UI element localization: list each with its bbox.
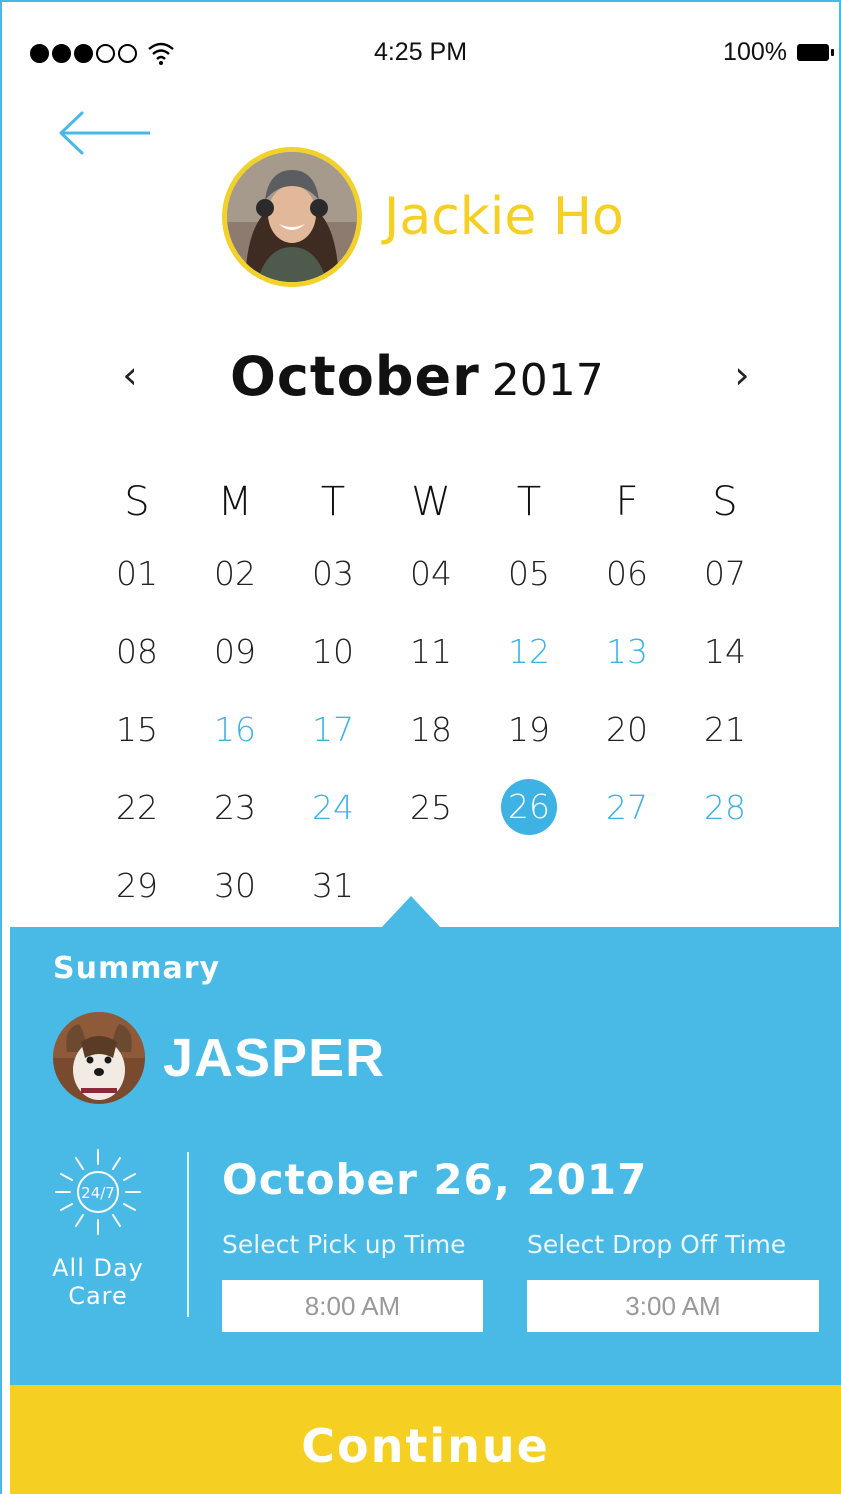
calendar-day[interactable]: 14: [676, 632, 774, 671]
user-profile: Jackie Ho: [222, 147, 624, 287]
calendar-week: 01 02 03 04 05 06 07: [88, 534, 774, 612]
care-label-line2: Care: [68, 1282, 128, 1310]
weekday-label: T: [516, 479, 542, 525]
summary-pointer: [381, 896, 441, 928]
divider: [187, 1152, 189, 1317]
selected-date: October 26, 2017: [222, 1155, 648, 1204]
pickup-time-field[interactable]: 8:00 AM: [222, 1280, 483, 1332]
user-name: Jackie Ho: [384, 187, 624, 247]
calendar-day[interactable]: 21: [676, 710, 774, 749]
year-label: 2017: [491, 355, 604, 406]
calendar-day-selected[interactable]: 26: [480, 779, 578, 835]
care-icon-text: 24/7: [81, 1184, 115, 1202]
selected-day-label: 26: [501, 779, 557, 835]
weekday-label: F: [615, 479, 639, 525]
month-navigator: ‹ October 2017 ›: [0, 345, 841, 415]
chevron-left-icon[interactable]: ‹: [110, 353, 150, 397]
calendar-grid: S M T W T F S 01 02 03 04 05 06 07 08 09 10 11 12 13 14 15 16 1…: [88, 470, 774, 924]
chevron-right-icon[interactable]: ›: [722, 353, 762, 397]
month-name: October: [230, 345, 480, 408]
summary-panel: Summary JASPER 24/7 All Day Care October…: [10, 927, 841, 1385]
weekday-label: M: [217, 479, 253, 525]
care-label-line1: All Day: [52, 1254, 144, 1282]
weekday-label: S: [124, 479, 150, 525]
calendar-day[interactable]: 10: [284, 632, 382, 671]
status-bar: 4:25 PM 100%: [0, 0, 841, 90]
calendar-day[interactable]: 09: [186, 632, 284, 671]
calendar-day[interactable]: 28: [676, 788, 774, 827]
user-avatar[interactable]: [222, 147, 362, 287]
dropoff-time-field[interactable]: 3:00 AM: [527, 1280, 819, 1332]
summary-title: Summary: [53, 951, 221, 986]
calendar-day[interactable]: 24: [284, 788, 382, 827]
month-title: October 2017: [230, 345, 604, 408]
calendar-day[interactable]: 31: [284, 866, 382, 905]
calendar-day[interactable]: 29: [88, 866, 186, 905]
weekday-label: S: [712, 479, 738, 525]
pet-photo: [53, 1012, 145, 1104]
calendar-day[interactable]: 03: [284, 554, 382, 593]
calendar-week: 22 23 24 25 26 27 28: [88, 768, 774, 846]
calendar-day[interactable]: 08: [88, 632, 186, 671]
arrow-left-icon[interactable]: [58, 110, 152, 156]
calendar-day[interactable]: 22: [88, 788, 186, 827]
calendar-day[interactable]: 20: [578, 710, 676, 749]
battery-percent: 100%: [723, 38, 787, 66]
calendar-day[interactable]: 16: [186, 710, 284, 749]
continue-button[interactable]: Continue: [10, 1385, 841, 1494]
calendar-day[interactable]: 13: [578, 632, 676, 671]
pickup-label: Select Pick up Time: [222, 1230, 466, 1259]
calendar-day[interactable]: 11: [382, 632, 480, 671]
status-time: 4:25 PM: [373, 38, 468, 66]
calendar-day[interactable]: 27: [578, 788, 676, 827]
calendar-day[interactable]: 15: [88, 710, 186, 749]
calendar-day[interactable]: 30: [186, 866, 284, 905]
calendar-day[interactable]: 18: [382, 710, 480, 749]
dropoff-label: Select Drop Off Time: [527, 1230, 787, 1259]
calendar-week: 08 09 10 11 12 13 14: [88, 612, 774, 690]
sun-24-7-icon: 24/7: [55, 1149, 141, 1235]
calendar-day[interactable]: 06: [578, 554, 676, 593]
calendar-day[interactable]: 19: [480, 710, 578, 749]
calendar-day[interactable]: 07: [676, 554, 774, 593]
weekday-header: SMTWTFS: [88, 470, 774, 534]
pet-row: JASPER: [53, 1012, 385, 1104]
pet-name: JASPER: [163, 1028, 386, 1088]
all-day-care: 24/7 All Day Care: [48, 1142, 148, 1310]
weekday-label: T: [320, 479, 346, 525]
care-label: All Day Care: [48, 1254, 148, 1310]
calendar-day[interactable]: 17: [284, 710, 382, 749]
calendar-day[interactable]: 05: [480, 554, 578, 593]
battery-icon: [797, 44, 834, 61]
pet-avatar[interactable]: [53, 1012, 145, 1104]
weekday-label: W: [411, 479, 451, 525]
calendar-day[interactable]: 12: [480, 632, 578, 671]
calendar-day[interactable]: 04: [382, 554, 480, 593]
user-photo: [227, 152, 357, 282]
calendar-day[interactable]: 23: [186, 788, 284, 827]
calendar-day[interactable]: 02: [186, 554, 284, 593]
battery-indicator: 100%: [723, 38, 834, 67]
calendar-day[interactable]: 01: [88, 554, 186, 593]
calendar-day[interactable]: 25: [382, 788, 480, 827]
calendar-week: 15 16 17 18 19 20 21: [88, 690, 774, 768]
